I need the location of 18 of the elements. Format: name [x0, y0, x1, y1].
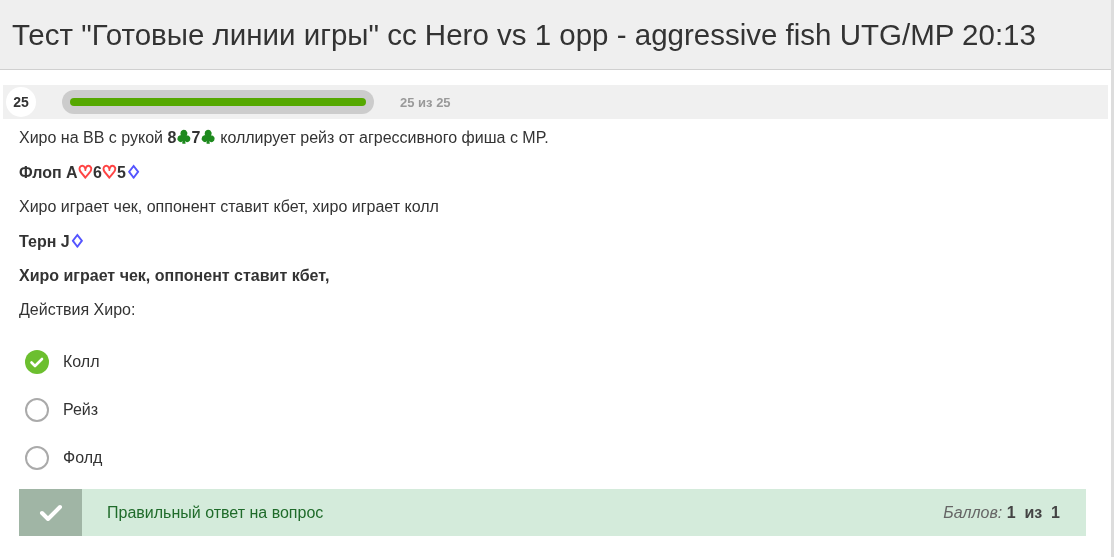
check-icon — [38, 502, 63, 523]
question-text: Хиро играет чек, оппонент ставит кбет, хиро играет колл — [19, 197, 440, 217]
radio-icon[interactable] — [25, 446, 49, 470]
checked-radio-icon[interactable] — [25, 350, 49, 374]
answer-option[interactable]: Рейз — [25, 398, 1092, 422]
question-text: Действия Хиро: — [19, 300, 137, 320]
answer-option[interactable]: Фолд — [25, 446, 1092, 470]
radio-icon[interactable] — [25, 398, 49, 422]
score-text: Баллов: 1 из 1 — [943, 503, 1060, 522]
page-title: Тест "Готовые линии игры" cc Hero vs 1 opp - aggressive fish UTG/MP 20:13 — [0, 0, 1111, 70]
feedback-message: Правильный ответ на вопрос — [107, 503, 325, 522]
progress-reading: 25 из 25 — [400, 94, 451, 110]
question-number: 25 — [6, 87, 36, 117]
question-text: Хиро играет чек, оппонент ставит кбет, — [19, 266, 331, 286]
question-text: Хиро на BB с рукой 8♣7♣ коллирует рейз от агрессивного фиша с MP. — [19, 127, 550, 148]
answer-option[interactable]: Колл — [25, 350, 1092, 374]
question-text: Флоп A♡6♡5♢ — [19, 162, 143, 183]
question-text: Терн J♢ — [19, 231, 86, 252]
